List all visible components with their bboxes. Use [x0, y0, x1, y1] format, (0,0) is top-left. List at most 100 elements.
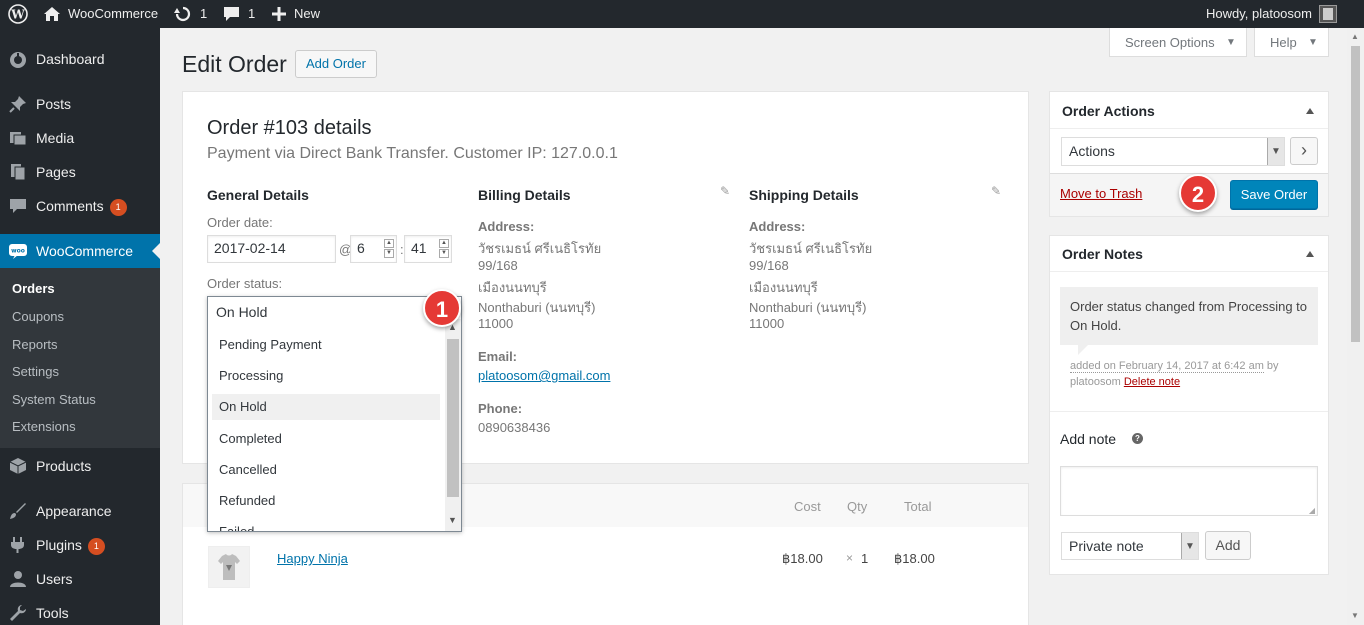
order-subtitle: Payment via Direct Bank Transfer. Custom… [207, 145, 618, 162]
status-option-completed[interactable]: Completed [212, 426, 440, 452]
sidebar-item-posts[interactable]: Posts [0, 87, 160, 121]
billing-address-line: 11000 [478, 316, 514, 331]
status-option-processing[interactable]: Processing [212, 363, 440, 389]
order-status-select[interactable]: On Hold Pending Payment Processing On Ho… [207, 296, 462, 532]
status-option-failed[interactable]: Failed [212, 519, 440, 531]
sidebar-item-media[interactable]: Media [0, 121, 160, 155]
scroll-down-icon[interactable]: ▼ [1351, 611, 1359, 620]
collapse-arrow-icon[interactable] [1306, 108, 1314, 114]
product-name-link[interactable]: Happy Ninja [277, 551, 348, 566]
edit-billing-pencil-icon[interactable]: ✎ [720, 185, 732, 197]
page-scroll-thumb[interactable] [1351, 46, 1360, 342]
collapse-arrow-icon[interactable] [1306, 251, 1314, 257]
order-action-select[interactable]: Actions ▼ [1061, 137, 1285, 166]
status-selected-value: On Hold [216, 304, 268, 320]
sidebar-item-plugins[interactable]: Plugins 1 [0, 528, 160, 562]
account-menu[interactable]: Howdy, platoosom [1206, 0, 1337, 28]
sidebar-item-appearance[interactable]: Appearance [0, 494, 160, 528]
sidebar-item-tools[interactable]: Tools [0, 596, 160, 625]
help-tip-icon[interactable]: ? [1132, 433, 1143, 444]
sidebar-item-dashboard[interactable]: Dashboard [0, 42, 160, 76]
site-name: WooCommerce [68, 6, 159, 21]
sidebar-label-text: Comments [36, 198, 104, 214]
product-thumbnail[interactable] [208, 546, 250, 588]
submenu-item-extensions[interactable]: Extensions [12, 419, 76, 434]
note-type-select[interactable]: Private note ▼ [1061, 532, 1199, 560]
status-option-on-hold[interactable]: On Hold [212, 394, 440, 420]
submenu-item-system-status[interactable]: System Status [12, 392, 96, 407]
screen-options-button[interactable]: Screen Options ▼ [1109, 28, 1247, 57]
sidebar-item-comments[interactable]: Comments 1 [0, 189, 160, 223]
avatar [1318, 5, 1337, 23]
admin-sidebar: Dashboard Posts Media Pages Comments 1 wo… [0, 28, 160, 625]
order-minute-input[interactable]: 41 ▲ ▼ [404, 235, 452, 263]
add-order-button[interactable]: Add Order [295, 50, 377, 78]
new-content-link[interactable]: New [272, 0, 320, 28]
submenu-item-settings[interactable]: Settings [12, 364, 59, 379]
admin-bar: W WooCommerce 1 1 New Howdy, platoosom [0, 0, 1364, 28]
sidebar-label: Appearance [36, 503, 112, 519]
sidebar-item-products[interactable]: Products [0, 449, 160, 483]
status-option-refunded[interactable]: Refunded [212, 488, 440, 514]
minute-spinner[interactable]: ▲ ▼ [439, 239, 449, 258]
billing-email-link[interactable]: platoosom@gmail.com [478, 368, 610, 383]
comment-bubble-icon [224, 7, 239, 21]
help-button[interactable]: Help ▼ [1254, 28, 1329, 57]
order-hour-input[interactable]: 6 ▲ ▼ [350, 235, 397, 263]
dropdown-scrollbar[interactable]: ▲ ▼ [445, 319, 461, 531]
note-by: by [1266, 360, 1279, 372]
apply-action-button[interactable]: › [1290, 137, 1318, 165]
sidebar-item-woocommerce[interactable]: woo WooCommerce [0, 234, 160, 268]
scroll-down-icon[interactable]: ▼ [448, 515, 457, 525]
sidebar-label: Media [36, 130, 75, 146]
resize-grip-icon[interactable]: ◢ [1309, 506, 1315, 515]
shipping-address-label: Address: [749, 219, 806, 234]
sidebar-label: Pages [36, 164, 76, 180]
greeting: Howdy, platoosom [1206, 6, 1312, 21]
hour-spinner[interactable]: ▲ ▼ [384, 239, 394, 258]
comments-count: 1 [248, 6, 256, 21]
order-title: Order #103 details [207, 117, 372, 139]
add-note-label: Add note [1060, 431, 1117, 447]
add-note-button[interactable]: Add [1205, 531, 1251, 560]
plugins-badge: 1 [87, 538, 105, 555]
submenu-item-orders[interactable]: Orders [12, 281, 55, 296]
submenu-item-coupons[interactable]: Coupons [12, 309, 64, 324]
sidebar-item-pages[interactable]: Pages [0, 155, 160, 189]
tshirt-icon [218, 554, 240, 580]
brush-icon [10, 503, 26, 519]
qty-times: × [846, 551, 854, 565]
site-name-link[interactable]: WooCommerce [43, 0, 158, 28]
updates-link[interactable]: 1 [174, 0, 207, 28]
sidebar-item-users[interactable]: Users [0, 562, 160, 596]
delete-note-link[interactable]: Delete note [1124, 376, 1180, 388]
qty-column-header: Qty [847, 499, 868, 514]
status-option-pending[interactable]: Pending Payment [212, 332, 440, 358]
move-to-trash-link[interactable]: Move to Trash [1060, 186, 1142, 201]
edit-shipping-pencil-icon[interactable]: ✎ [991, 185, 1003, 197]
billing-address-line: วัชรเมธน์ ศรีเนธิโรทัย [478, 241, 602, 256]
divider [1050, 411, 1328, 412]
sidebar-label: Tools [36, 605, 69, 621]
box-icon [9, 458, 27, 474]
scroll-up-icon[interactable]: ▲ [1351, 32, 1359, 41]
plug-icon [11, 537, 24, 553]
add-note-textarea[interactable]: ◢ [1060, 466, 1318, 516]
note-content: Order status changed from Processing to … [1060, 287, 1318, 345]
order-action-value: Actions [1069, 143, 1115, 159]
sidebar-label: WooCommerce [36, 243, 133, 259]
save-order-button[interactable]: Save Order [1230, 180, 1318, 209]
page-scrollbar[interactable]: ▲ ▼ [1347, 28, 1364, 625]
caret-down-icon: ▼ [1308, 37, 1318, 48]
home-icon [44, 7, 60, 21]
shipping-address-line: 99/168 [749, 258, 789, 273]
user-icon [10, 571, 26, 587]
comments-link[interactable]: 1 [223, 0, 255, 28]
dropdown-scroll-thumb[interactable] [447, 339, 459, 497]
note-type-value: Private note [1069, 538, 1144, 554]
status-option-cancelled[interactable]: Cancelled [212, 457, 440, 483]
item-cost: ฿18.00 [782, 551, 823, 566]
wordpress-logo-icon[interactable]: W [8, 0, 28, 28]
order-date-input[interactable]: 2017-02-14 [207, 235, 336, 263]
submenu-item-reports[interactable]: Reports [12, 337, 58, 352]
